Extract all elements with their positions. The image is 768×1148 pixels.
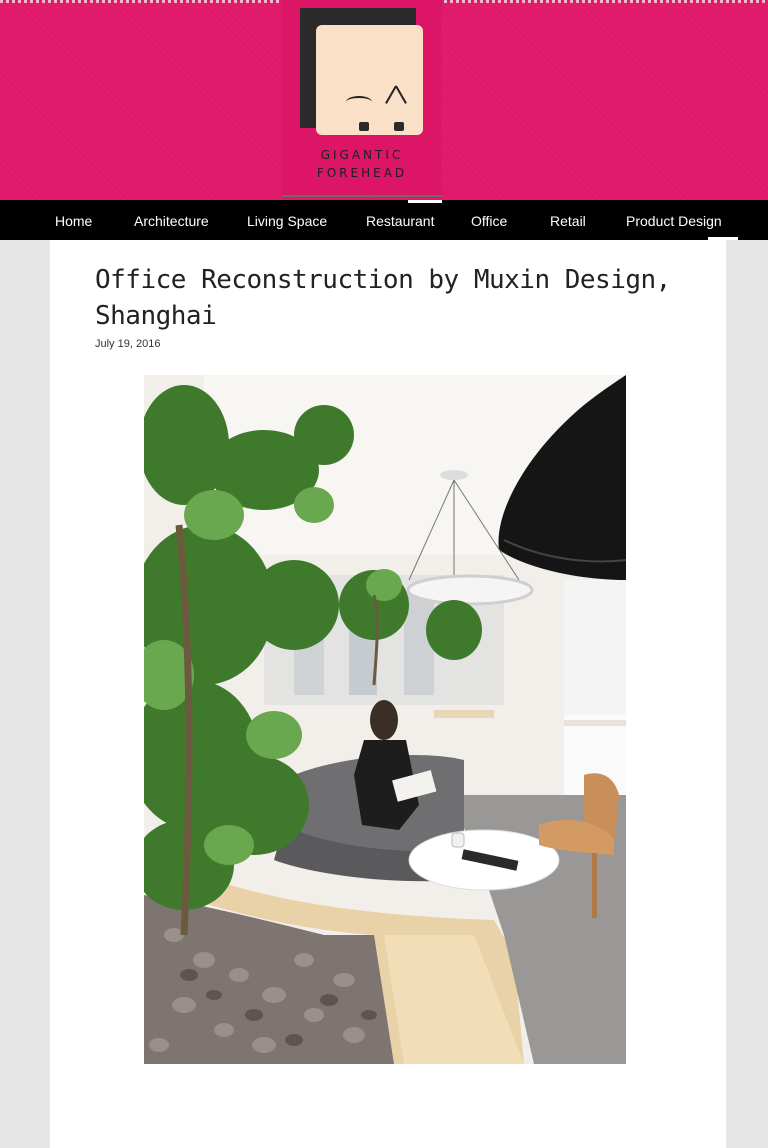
logo-baseline bbox=[282, 195, 442, 197]
office-interior-photo[interactable] bbox=[144, 375, 626, 1064]
logo-wordmark-line1: GIGANTIC bbox=[320, 148, 404, 162]
nav-item-architecture[interactable]: Architecture bbox=[134, 200, 209, 240]
post-title[interactable]: Office Reconstruction by Muxin Design, S… bbox=[95, 262, 695, 334]
logo-right-eye bbox=[394, 122, 404, 131]
gigantic-forehead-face-icon bbox=[316, 25, 423, 135]
logo-wordmark: GIGANTIC FOREHEAD bbox=[282, 146, 442, 182]
post-date: July 19, 2016 bbox=[95, 338, 161, 350]
nav-item-living-space[interactable]: Living Space bbox=[247, 200, 327, 240]
nav-item-restaurant[interactable]: Restaurant bbox=[366, 200, 434, 240]
logo-left-eye bbox=[359, 122, 369, 131]
site-logo[interactable]: GIGANTIC FOREHEAD bbox=[282, 0, 442, 198]
site-header: GIGANTIC FOREHEAD bbox=[0, 0, 768, 200]
nav-item-home[interactable]: Home bbox=[55, 200, 92, 240]
nav-item-office[interactable]: Office bbox=[471, 200, 507, 240]
article: Office Reconstruction by Muxin Design, S… bbox=[50, 240, 726, 1148]
nav-item-retail[interactable]: Retail bbox=[550, 200, 586, 240]
photo-illustration bbox=[144, 375, 626, 1064]
nav-item-product-design[interactable]: Product Design bbox=[626, 200, 722, 240]
logo-left-brow bbox=[346, 96, 372, 108]
main-navigation: Home Architecture Living Space Restauran… bbox=[0, 200, 768, 240]
logo-wordmark-line2: FOREHEAD bbox=[316, 166, 408, 180]
